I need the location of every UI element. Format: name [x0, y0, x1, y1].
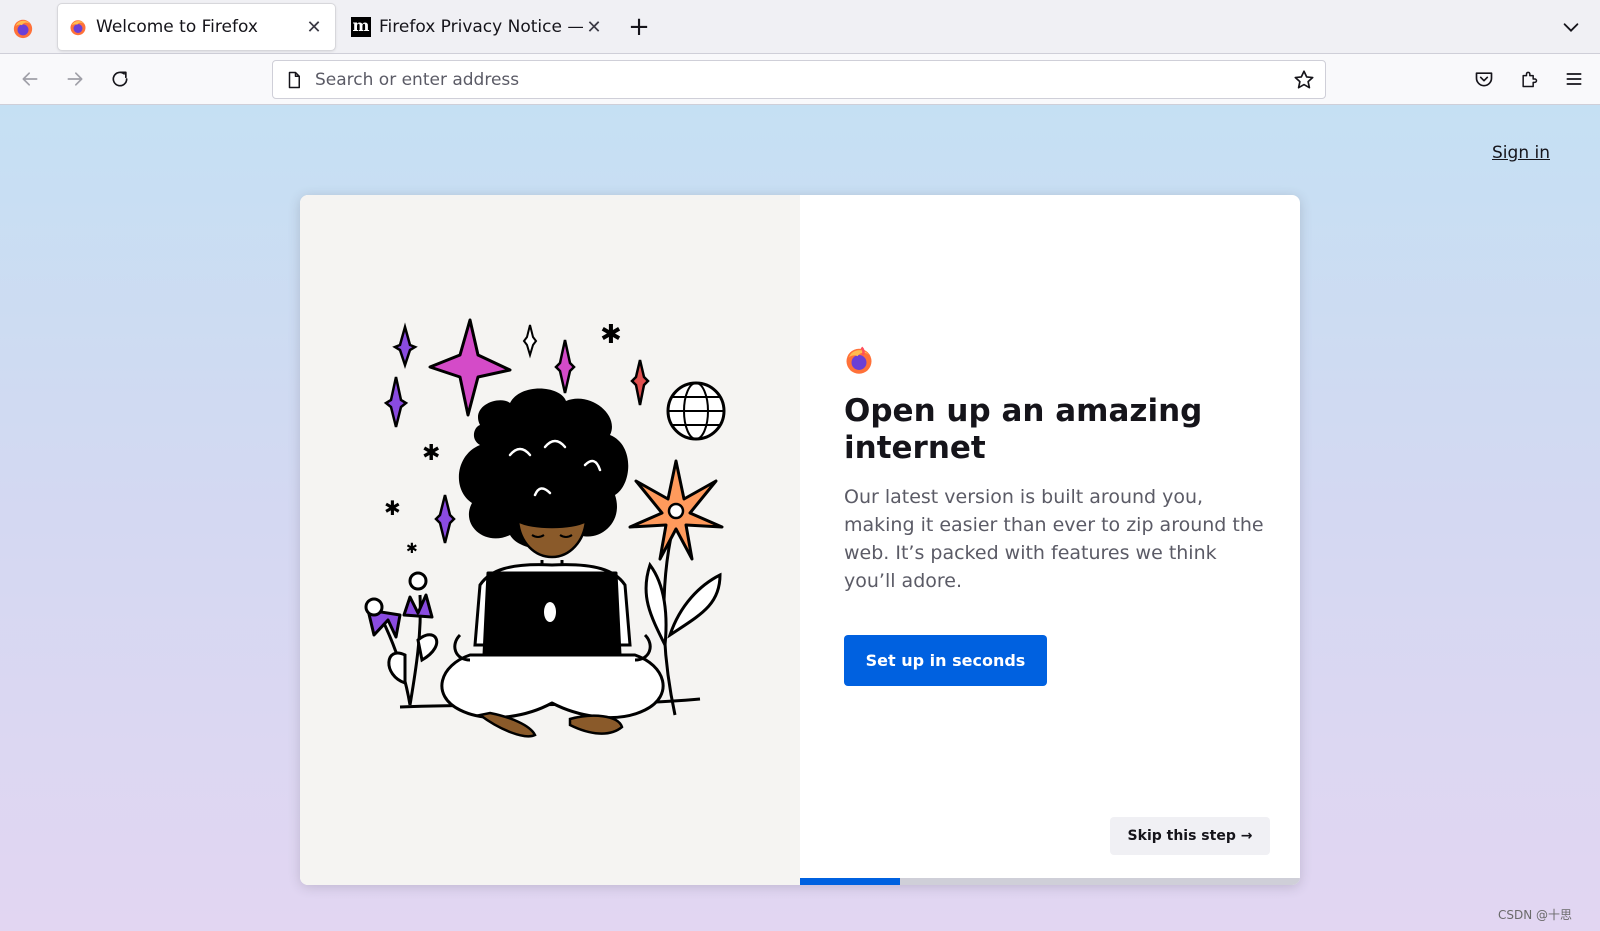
navigation-toolbar [0, 54, 1600, 105]
address-input[interactable] [315, 69, 1293, 90]
mozilla-m-icon: m [351, 16, 371, 37]
tab-title: Welcome to Firefox [96, 17, 258, 37]
firefox-logo-icon [846, 346, 872, 374]
app-menu-button[interactable] [1561, 66, 1587, 92]
progress-fill [800, 878, 900, 885]
extensions-button[interactable] [1516, 66, 1542, 92]
pocket-icon [1475, 72, 1493, 87]
onboarding-card: ✱ ✱ ✱ ✱ Open up an amazing internet Our … [300, 195, 1300, 885]
bookmark-star-icon[interactable] [1293, 69, 1315, 91]
svg-text:✱: ✱ [422, 441, 440, 466]
page-description: Our latest version is built around you, … [844, 486, 1264, 592]
svg-text:✱: ✱ [600, 320, 622, 350]
chevron-down-icon[interactable] [1560, 16, 1582, 38]
svg-text:✱: ✱ [406, 541, 418, 557]
page-content: Sign in ✱ ✱ ✱ ✱ Open up an amazing inter… [0, 105, 1600, 931]
firefox-icon [68, 17, 88, 37]
reload-icon [112, 71, 128, 87]
close-tab-icon[interactable]: ✕ [303, 16, 325, 38]
tab-strip: Welcome to Firefox ✕ m Firefox Privacy N… [0, 0, 1600, 54]
page-title: Open up an amazing internet [844, 393, 1203, 466]
forward-arrow-icon [67, 72, 83, 86]
firefox-view-icon[interactable] [12, 17, 34, 39]
skip-step-button[interactable]: Skip this step → [1110, 817, 1270, 855]
sign-in-link[interactable]: Sign in [1492, 143, 1550, 163]
forward-button[interactable] [62, 66, 88, 92]
new-tab-button[interactable]: + [627, 14, 651, 40]
back-arrow-icon [22, 72, 38, 86]
illustration-panel: ✱ ✱ ✱ ✱ [300, 195, 800, 885]
set-up-button[interactable]: Set up in seconds [844, 635, 1047, 686]
reload-button[interactable] [107, 66, 133, 92]
onboarding-progress [800, 878, 1300, 885]
person-with-laptop-illustration: ✱ ✱ ✱ ✱ [364, 318, 726, 738]
tab-privacy-notice[interactable]: m Firefox Privacy Notice — Mozilla ✕ [341, 4, 615, 50]
page-icon [288, 71, 300, 88]
content-panel: Open up an amazing internet Our latest v… [800, 195, 1300, 885]
tab-title: Firefox Privacy Notice — Mozilla [379, 17, 583, 37]
tab-welcome[interactable]: Welcome to Firefox ✕ [58, 4, 335, 50]
pocket-button[interactable] [1471, 66, 1497, 92]
puzzle-piece-icon [1522, 71, 1538, 88]
address-bar[interactable] [272, 60, 1326, 99]
hamburger-menu-icon [1566, 73, 1582, 85]
back-button[interactable] [17, 66, 43, 92]
close-tab-icon[interactable]: ✕ [583, 16, 605, 38]
svg-text:✱: ✱ [384, 496, 401, 520]
watermark: CSDN @十思 [1497, 908, 1572, 922]
